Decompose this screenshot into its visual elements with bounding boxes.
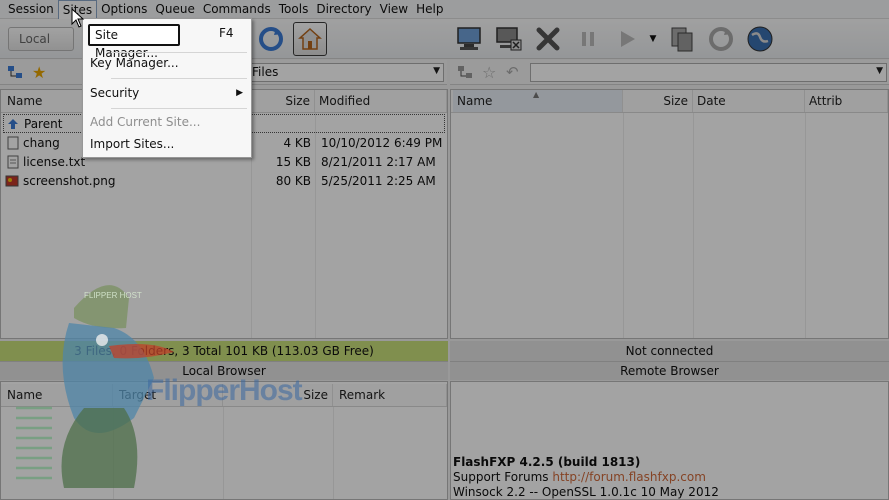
column-size[interactable]: Size xyxy=(223,384,333,406)
file-name: screenshot.png xyxy=(23,174,116,188)
favorites-star-icon[interactable]: ☆ xyxy=(482,63,496,82)
column-remark[interactable]: Remark xyxy=(335,384,447,406)
flashfxp-window: Session Sites Options Queue Commands Too… xyxy=(0,0,889,500)
refresh-remote-button[interactable] xyxy=(704,22,738,56)
file-size: 15 KB xyxy=(275,155,311,169)
local-status-text: 3 Files, 0 Folders, 3 Total 101 KB (113.… xyxy=(0,341,448,361)
transfer-options-dropdown[interactable]: ▼ xyxy=(645,22,661,56)
remote-path-bar: ☆ ↶ ▼ xyxy=(450,60,889,85)
log-version: FlashFXP 4.2.5 (build 1813) xyxy=(453,455,641,469)
transfer-queue-button[interactable] xyxy=(610,22,644,56)
add-current-site-menu-item[interactable]: Add Current Site... xyxy=(85,111,249,133)
file-name: Parent xyxy=(24,117,63,131)
back-arrow-icon[interactable]: ↶ xyxy=(506,63,519,81)
compare-button[interactable] xyxy=(665,22,699,56)
tree-view-icon[interactable] xyxy=(7,64,25,83)
menu-commands[interactable]: Commands xyxy=(199,0,275,18)
file-name: license.txt xyxy=(23,155,86,169)
menu-session[interactable]: Session xyxy=(4,0,58,18)
tree-view-icon[interactable] xyxy=(457,64,475,83)
menu-help[interactable]: Help xyxy=(412,0,447,18)
refresh-icon xyxy=(709,27,733,51)
log-winsock: Winsock 2.2 -- OpenSSL 1.0.1c 10 May 201… xyxy=(453,485,719,499)
remote-file-list: Name Size Date Attrib ▲ xyxy=(450,89,889,339)
local-status-bar: 3 Files, 0 Folders, 3 Total 101 KB (113.… xyxy=(0,341,448,381)
local-path-combo[interactable]: Files ▼ xyxy=(247,63,444,82)
disconnect-button[interactable] xyxy=(492,22,526,56)
globe-icon xyxy=(747,26,773,52)
import-sites-label: Import Sites... xyxy=(90,137,175,151)
menu-directory[interactable]: Directory xyxy=(312,0,375,18)
support-forum-link[interactable]: http://forum.flashfxp.com xyxy=(552,470,706,484)
queue-header: Name Target Size Remark xyxy=(1,384,447,407)
log-support: Support Forums http://forum.flashfxp.com xyxy=(453,470,706,484)
file-size: 4 KB xyxy=(283,136,311,150)
file-modified: 5/25/2011 2:25 AM xyxy=(321,174,436,188)
play-icon xyxy=(621,31,635,47)
column-size[interactable]: Size xyxy=(623,90,693,112)
remote-browser-label: Remote Browser xyxy=(450,361,889,380)
sites-menu-dropdown: Site Manager... F4 Key Manager... Securi… xyxy=(82,18,252,158)
globe-button[interactable] xyxy=(743,22,777,56)
file-modified: 8/21/2011 2:17 AM xyxy=(321,155,436,169)
site-manager-menu-item[interactable]: Site Manager... xyxy=(88,24,180,60)
key-manager-menu-item[interactable]: Key Manager... xyxy=(85,52,249,74)
refresh-local-button[interactable] xyxy=(254,22,288,56)
log-pane: FlashFXP 4.2.5 (build 1813) Support Foru… xyxy=(450,381,889,500)
local-browser-label: Local Browser xyxy=(0,361,448,380)
abort-x-icon xyxy=(536,27,560,51)
chevron-down-icon: ▼ xyxy=(876,66,883,76)
table-row[interactable]: screenshot.png 80 KB 5/25/2011 2:25 AM xyxy=(3,172,445,191)
column-modified[interactable]: Modified xyxy=(315,90,447,112)
menu-bar: Session Sites Options Queue Commands Too… xyxy=(0,0,889,19)
site-manager-shortcut: F4 xyxy=(219,26,234,40)
connect-button[interactable] xyxy=(453,22,487,56)
remote-file-header: Name Size Date Attrib xyxy=(451,90,888,113)
home-icon xyxy=(298,27,322,50)
column-size[interactable]: Size xyxy=(251,90,315,112)
security-label: Security xyxy=(90,86,140,100)
column-name[interactable]: Name xyxy=(3,384,113,406)
home-button[interactable] xyxy=(293,22,327,56)
chevron-down-icon: ▼ xyxy=(433,66,440,76)
local-connect-dropdown[interactable]: Local xyxy=(8,27,74,51)
support-prefix: Support Forums xyxy=(453,470,553,484)
menu-queue[interactable]: Queue xyxy=(151,0,198,18)
mouse-cursor-icon xyxy=(71,8,85,28)
menu-options[interactable]: Options xyxy=(97,0,151,18)
column-target[interactable]: Target xyxy=(115,384,223,406)
refresh-icon xyxy=(259,27,283,51)
chevron-right-icon: ▶ xyxy=(236,88,243,98)
import-sites-menu-item[interactable]: Import Sites... xyxy=(85,133,249,155)
sort-ascending-icon: ▲ xyxy=(533,90,540,99)
file-name: chang xyxy=(23,136,60,150)
remote-status-text: Not connected xyxy=(450,341,889,361)
file-modified: 10/10/2012 6:49 PM xyxy=(321,136,443,150)
remote-status-bar: Not connected Remote Browser xyxy=(450,341,889,381)
chevron-down-icon: ▼ xyxy=(649,34,657,44)
add-current-site-label: Add Current Site... xyxy=(90,115,201,129)
file-size: 80 KB xyxy=(275,174,311,188)
remote-path-combo[interactable]: ▼ xyxy=(530,63,887,82)
computer-icon xyxy=(457,27,481,50)
menu-tools[interactable]: Tools xyxy=(275,0,313,18)
favorites-star-icon[interactable]: ★ xyxy=(32,63,46,82)
security-menu-item[interactable]: Security ▶ xyxy=(85,82,249,104)
column-date[interactable]: Date xyxy=(693,90,805,112)
disconnect-computer-icon xyxy=(496,27,522,51)
menu-view[interactable]: View xyxy=(376,0,412,18)
key-manager-label: Key Manager... xyxy=(90,56,179,70)
pause-icon xyxy=(582,32,594,46)
image-file-icon xyxy=(5,172,19,194)
local-path-text: Files xyxy=(252,65,279,79)
column-attrib[interactable]: Attrib xyxy=(805,90,888,112)
abort-button[interactable] xyxy=(531,22,565,56)
transfer-queue: Name Target Size Remark xyxy=(0,381,448,500)
pause-button[interactable] xyxy=(571,22,605,56)
copy-pages-icon xyxy=(671,27,693,52)
